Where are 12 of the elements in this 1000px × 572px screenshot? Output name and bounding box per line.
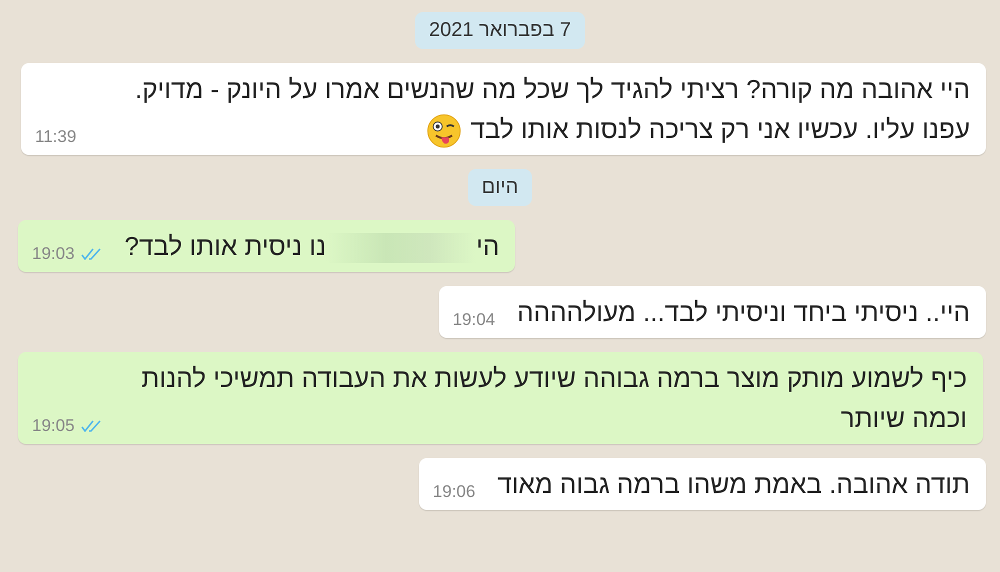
message-text: הי נו ניסית אותו לבד?	[124, 230, 500, 266]
message-time: 19:03	[32, 244, 75, 264]
message-text: תודה אהובה. באמת משהו ברמה גבוה מאוד	[497, 468, 970, 502]
message-text: היי אהובה מה קורה? רציתי להגיד לך שכל מה שהנשים אמרו על היונק - מדויק. עפנו עליו. עכשיו אני רק צריכה לנסות אותו לבד	[98, 69, 970, 150]
message-time: 19:06	[432, 482, 476, 502]
message-text: היי.. ניסיתי ביחד וניסיתי לבד... מעולהההה	[517, 296, 970, 330]
message-time: 19:04	[452, 310, 496, 330]
message-time: 11:39	[35, 127, 76, 148]
date-chip: 7 בפברואר 2021	[415, 12, 585, 49]
message-text: כיף לשמוע מותק מוצר ברמה גבוהה שיודע לעשות את העבודה תמשיכי להנות וכמה שיותר	[140, 362, 967, 436]
date-chip: היום	[468, 169, 532, 206]
message-time: 19:05	[32, 416, 75, 436]
